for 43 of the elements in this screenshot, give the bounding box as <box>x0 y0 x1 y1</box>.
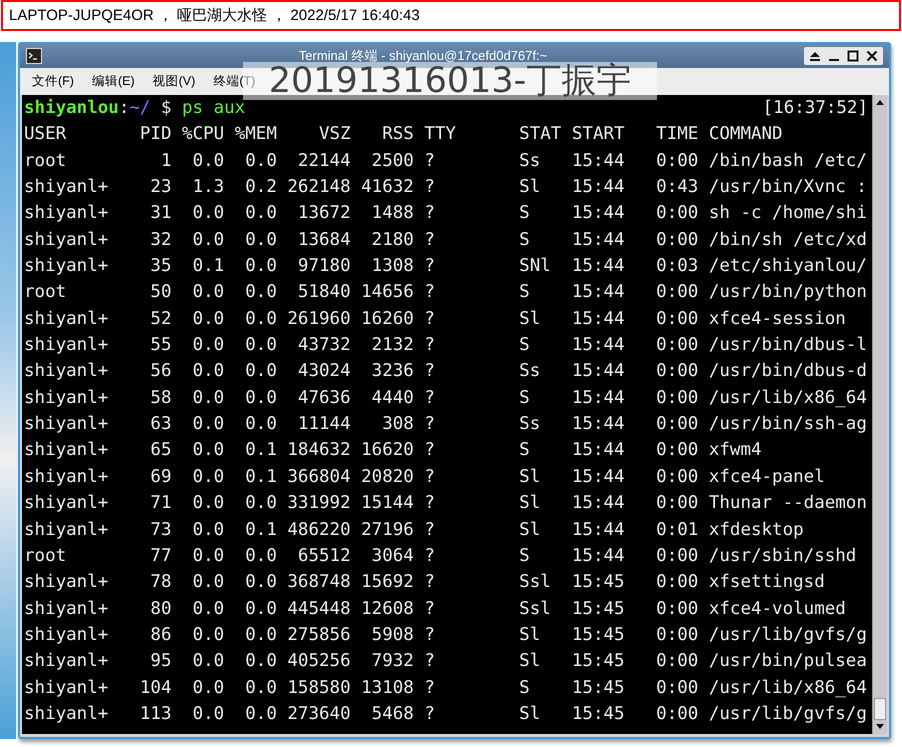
process-line: shiyanl+ 58 0.0 0.0 47636 4440 ? S 15:44 0:00 /usr/lib/x86_64 <box>24 386 868 410</box>
process-line: shiyanl+ 95 0.0 0.0 405256 7932 ? Sl 15:45 0:00 /usr/bin/pulsea <box>24 650 868 674</box>
menu-item[interactable]: 终端(T) <box>213 73 256 90</box>
process-line: shiyanl+ 63 0.0 0.0 11144 308 ? Ss 15:44 0:00 /usr/bin/ssh-ag <box>24 413 868 436</box>
prompt-path: ~/ <box>129 97 150 120</box>
maximize-icon[interactable] <box>847 50 859 62</box>
process-line: shiyanl+ 35 0.1 0.0 97180 1308 ? SNl 15:44 0:03 /etc/shiyanlou/ <box>24 255 868 278</box>
menu-item[interactable]: 编辑(E) <box>92 73 135 90</box>
prompt-symbol: $ <box>160 97 172 120</box>
process-line: shiyanl+ 65 0.0 0.1 184632 16620 ? S 15:44 0:00 xfwm4 <box>24 439 763 462</box>
terminal-icon <box>26 48 42 64</box>
prompt-user: shiyanlou <box>24 97 119 120</box>
scroll-up-icon[interactable] <box>875 98 885 106</box>
shade-icon[interactable] <box>809 50 821 62</box>
menu-item[interactable]: 视图(V) <box>152 73 196 90</box>
process-line: shiyanl+ 86 0.0 0.0 275856 5908 ? Sl 15:45 0:00 /usr/lib/gvfs/g <box>24 624 868 647</box>
process-line: shiyanl+ 78 0.0 0.0 368748 15692 ? Ssl 15:45 0:00 xfsettingsd <box>24 571 826 594</box>
table-header-line: USER PID %CPU %MEM VSZ RSS TTY STAT START TIME COMMAND <box>24 123 784 146</box>
scrollbar[interactable] <box>872 95 887 734</box>
process-line: shiyanl+ 23 1.3 0.2 262148 41632 ? Sl 15:44 0:43 /usr/bin/Xvnc : <box>24 176 868 200</box>
prompt-clock: [16:37:52] <box>762 97 868 120</box>
window-title: Terminal 终端 - shiyanlou@17cefd0d767f:~ <box>298 47 548 65</box>
process-line: shiyanl+ 80 0.0 0.0 445448 12608 ? Ssl 15:45 0:00 xfce4-volumed <box>24 598 847 621</box>
menu-item[interactable]: 文件(F) <box>32 73 74 90</box>
process-line: shiyanl+ 56 0.0 0.0 43024 3236 ? Ss 15:44 0:00 /usr/bin/dbus-d <box>24 360 868 384</box>
caption-bar: LAPTOP-JUPQE4OR ， 哑巴湖大水怪 ， 2022/5/17 16:40:43 <box>1 0 901 31</box>
process-line: shiyanl+ 32 0.0 0.0 13684 2180 ? S 15:44 0:00 /bin/sh /etc/xd <box>24 228 868 252</box>
process-line: shiyanl+ 52 0.0 0.0 261960 16260 ? Sl 15:44 0:00 xfce4-session <box>24 308 847 331</box>
process-line: root 77 0.0 0.0 65512 3064 ? S 15:44 0:00 /usr/sbin/sshd <box>24 544 858 568</box>
scroll-down-icon[interactable] <box>875 723 885 731</box>
process-line: shiyanl+ 71 0.0 0.0 331992 15144 ? Sl 15:44 0:00 Thunar --daemon <box>24 492 868 516</box>
close-icon[interactable] <box>866 50 878 62</box>
process-line: root 50 0.0 0.0 51840 14656 ? S 15:44 0:00 /usr/bin/python <box>24 281 868 304</box>
process-line: root 1 0.0 0.0 22144 2500 ? Ss 15:44 0:00 /bin/bash /etc/ <box>24 150 868 173</box>
prompt-separator: : <box>118 97 130 120</box>
process-line: shiyanl+ 73 0.0 0.1 486220 27196 ? Sl 15:44 0:01 xfdesktop <box>24 518 805 542</box>
command-text: ps aux <box>182 97 246 120</box>
process-line: shiyanl+ 104 0.0 0.0 158580 13108 ? S 15:45 0:00 /usr/lib/x86_64 <box>24 676 868 700</box>
scrollbar-thumb[interactable] <box>874 698 886 720</box>
process-line: shiyanl+ 113 0.0 0.0 273640 5468 ? Sl 15:45 0:00 /usr/lib/gvfs/g <box>24 702 868 726</box>
process-line: shiyanl+ 31 0.0 0.0 13672 1488 ? S 15:44 0:00 sh -c /home/shi <box>24 202 868 226</box>
process-line: shiyanl+ 69 0.0 0.1 366804 20820 ? Sl 15:44 0:00 xfce4-panel <box>24 466 826 489</box>
process-line: shiyanl+ 55 0.0 0.0 43732 2132 ? S 15:44 0:00 /usr/bin/dbus-l <box>24 334 868 358</box>
